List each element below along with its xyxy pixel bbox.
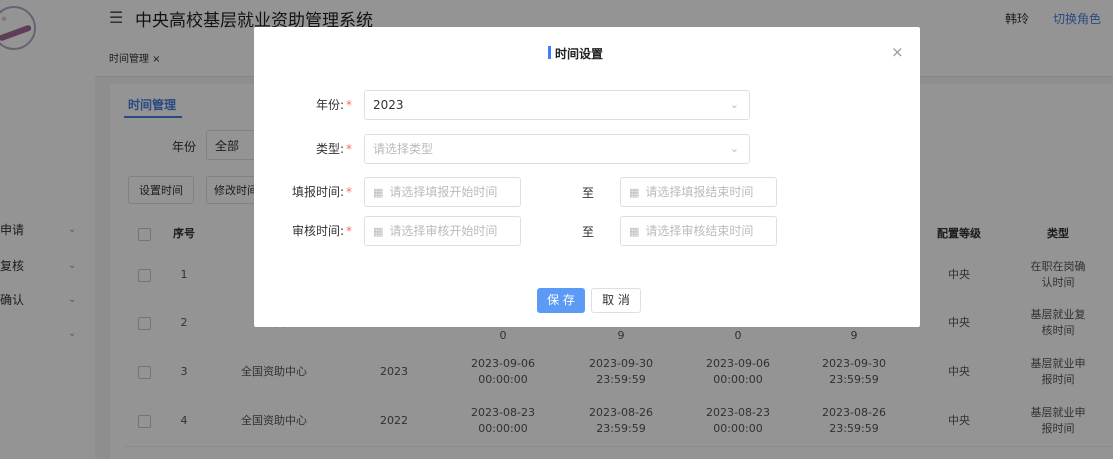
year-label-text: 年份: [315, 98, 344, 112]
fill-start-placeholder: 请选择填报开始时间 [389, 185, 498, 199]
required-mark: * [346, 185, 352, 199]
review-time-label: 审核时间: * [262, 222, 352, 239]
cancel-button[interactable]: 取 消 [591, 288, 641, 313]
type-select[interactable]: 请选择类型 ⌄ [364, 134, 750, 164]
year-field-label: 年份: * [262, 96, 352, 113]
year-select-value: 2023 [373, 98, 404, 112]
type-label-text: 类型: [315, 142, 344, 156]
year-select[interactable]: 2023 ⌄ [364, 90, 750, 120]
review-end-date-picker[interactable]: ▦ 请选择审核结束时间 [620, 216, 777, 246]
fill-label-text: 填报时间: [291, 185, 344, 199]
review-start-date-picker[interactable]: ▦ 请选择审核开始时间 [364, 216, 521, 246]
fill-start-date-picker[interactable]: ▦ 请选择填报开始时间 [364, 177, 521, 207]
calendar-icon: ▦ [629, 225, 640, 238]
title-accent-bar [548, 46, 551, 59]
range-separator: 至 [582, 186, 595, 200]
range-separator: 至 [582, 225, 595, 239]
time-settings-dialog: 时间设置 × 年份: * 2023 ⌄ 类型: * 请选择类型 ⌄ 填报时间: * ▦… [254, 27, 920, 327]
required-mark: * [346, 142, 352, 156]
dialog-title: 时间设置 [555, 47, 604, 61]
required-mark: * [346, 224, 352, 238]
type-select-placeholder: 请选择类型 [373, 142, 434, 156]
review-label-text: 审核时间: [291, 224, 344, 238]
calendar-icon: ▦ [373, 225, 384, 238]
review-start-placeholder: 请选择审核开始时间 [389, 224, 498, 238]
close-icon[interactable]: × [891, 43, 904, 61]
review-end-placeholder: 请选择审核结束时间 [645, 224, 754, 238]
required-mark: * [346, 98, 352, 112]
fill-end-date-picker[interactable]: ▦ 请选择填报结束时间 [620, 177, 777, 207]
type-field-label: 类型: * [262, 140, 352, 157]
chevron-down-icon: ⌄ [729, 98, 739, 111]
save-button[interactable]: 保 存 [537, 288, 585, 313]
fill-end-placeholder: 请选择填报结束时间 [645, 185, 754, 199]
calendar-icon: ▦ [373, 186, 384, 199]
calendar-icon: ▦ [629, 186, 640, 199]
fill-time-label: 填报时间: * [262, 183, 352, 200]
chevron-down-icon: ⌄ [729, 142, 739, 155]
